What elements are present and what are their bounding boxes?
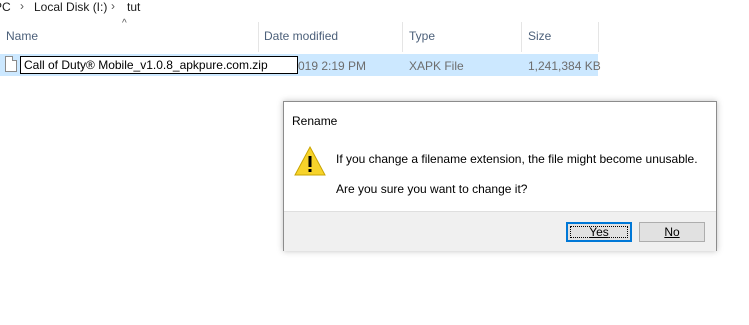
- column-divider[interactable]: [258, 22, 259, 52]
- sort-ascending-icon: ^: [122, 18, 127, 29]
- no-button[interactable]: No: [639, 222, 705, 242]
- column-divider[interactable]: [521, 22, 522, 52]
- column-header-date-modified[interactable]: Date modified: [264, 29, 338, 47]
- breadcrumb-chevron-icon[interactable]: ›: [111, 0, 115, 13]
- breadcrumb-item-local-disk[interactable]: Local Disk (I:): [34, 0, 107, 14]
- dialog-question: Are you sure you want to change it?: [336, 182, 528, 196]
- column-divider[interactable]: [598, 22, 599, 52]
- yes-button[interactable]: Yes: [566, 222, 632, 242]
- breadcrumb: PC › Local Disk (I:) › tut: [0, 0, 749, 16]
- column-header-type[interactable]: Type: [409, 29, 435, 47]
- rename-dialog: Rename If you change a filename extensio…: [283, 101, 717, 251]
- breadcrumb-chevron-icon[interactable]: ›: [20, 0, 24, 13]
- file-icon: [5, 56, 17, 72]
- column-header-size[interactable]: Size: [528, 29, 551, 47]
- rename-input[interactable]: Call of Duty® Mobile_v1.0.8_apkpure.com.…: [20, 56, 298, 74]
- breadcrumb-item-tut[interactable]: tut: [127, 0, 140, 14]
- file-date-modified: 019 2:19 PM: [298, 59, 367, 73]
- dialog-title: Rename: [292, 114, 338, 128]
- yes-button-label: Yes: [589, 225, 609, 239]
- breadcrumb-item-pc[interactable]: PC: [0, 0, 11, 14]
- column-header-name[interactable]: Name: [6, 29, 38, 47]
- dialog-message: If you change a filename extension, the …: [336, 152, 698, 166]
- no-button-label: No: [664, 225, 680, 239]
- dialog-button-bar: Yes No: [284, 211, 716, 251]
- column-divider[interactable]: [402, 22, 403, 52]
- file-type: XAPK File: [409, 59, 464, 73]
- warning-icon: [294, 145, 326, 176]
- file-size: 1,241,384 KB: [528, 59, 601, 73]
